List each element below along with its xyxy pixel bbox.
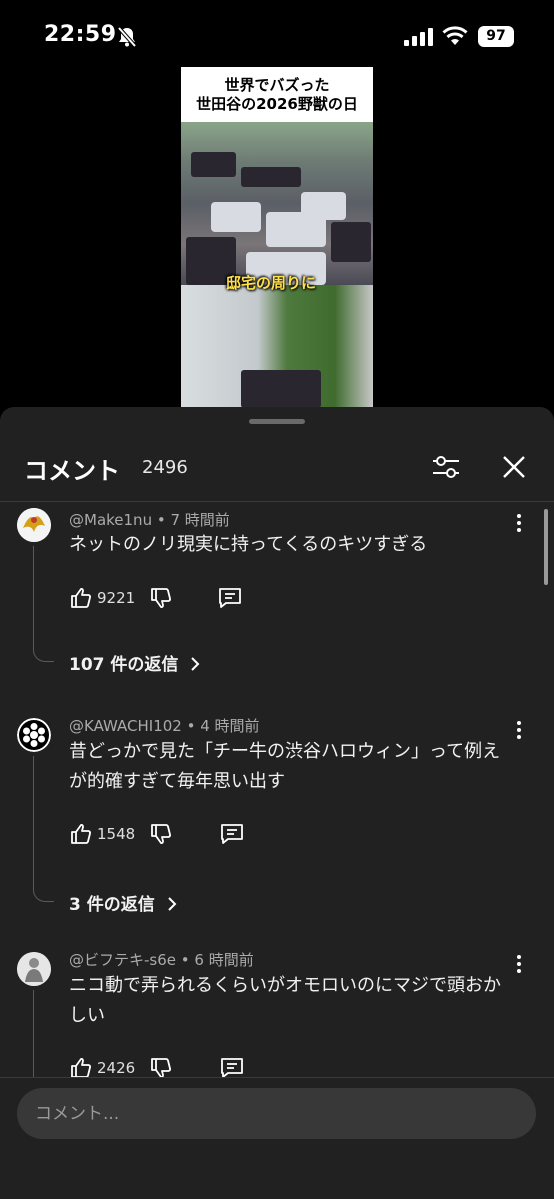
- comment-actions: 9221: [69, 586, 269, 612]
- comment-list[interactable]: @Make1nu • 7 時間前 ネットのノリ現実に持ってくるのキツすぎる 92…: [0, 502, 554, 1077]
- comment-time: 6 時間前: [194, 951, 254, 969]
- drag-handle[interactable]: [249, 419, 305, 424]
- reply-icon[interactable]: [219, 822, 245, 850]
- avatar[interactable]: [17, 508, 51, 542]
- house-scene-image: [181, 285, 373, 408]
- more-vert-icon: [512, 955, 526, 980]
- replies-link[interactable]: 107 件の返信: [69, 650, 202, 675]
- comments-title: コメント: [24, 457, 120, 485]
- thumb-down-icon[interactable]: [149, 822, 173, 850]
- reply-icon[interactable]: [219, 1056, 245, 1077]
- comments-sheet: コメント 2496 @Make1nu • 7 時間前 ネットのノリ現実に持ってく…: [0, 407, 554, 1199]
- video-thumbnail[interactable]: 世界でバズった 世田谷の2026野獣の日 邸宅の周りに: [181, 67, 373, 408]
- filter-button[interactable]: [428, 449, 464, 485]
- battery-icon: 97: [478, 26, 514, 47]
- thread-line: [33, 756, 54, 902]
- replies-label: 3 件の返信: [69, 895, 155, 915]
- reply-icon[interactable]: [217, 586, 243, 614]
- close-icon: [496, 456, 532, 489]
- like-count: 1548: [97, 825, 136, 843]
- signal-icon: [404, 28, 434, 50]
- thread-line: [33, 546, 54, 662]
- comment-author[interactable]: @KAWACHI102: [69, 717, 182, 735]
- avatar[interactable]: [17, 952, 51, 986]
- street-scene-image: [181, 122, 373, 285]
- comment-item: @KAWACHI102 • 4 時間前 昔どっかで見た「チー牛の渋谷ハロウィン」…: [0, 708, 554, 918]
- status-bar: 22:59 97: [0, 0, 554, 70]
- comment-actions: 1548: [69, 822, 269, 848]
- replies-label: 107 件の返信: [69, 655, 179, 675]
- comment-text: 昔どっかで見た「チー牛の渋谷ハロウィン」って例えが的確すぎて毎年思い出す: [69, 741, 501, 792]
- comment-text: ネットのノリ現実に持ってくるのキツすぎる: [69, 534, 428, 555]
- comment-input-area: [0, 1077, 554, 1199]
- more-button[interactable]: [512, 954, 526, 976]
- comment-author[interactable]: @ビフテキ-s6e: [69, 951, 176, 969]
- filter-icon: [428, 456, 464, 489]
- video-caption: 邸宅の周りに: [226, 274, 317, 292]
- comments-count: 2496: [142, 457, 188, 478]
- comment-item: @ビフテキ-s6e • 6 時間前 ニコ動で弄られるくらいがオモロいのにマジで頭…: [0, 942, 554, 1077]
- thumb-down-icon[interactable]: [149, 586, 173, 614]
- bell-slash-icon: [116, 26, 138, 52]
- comment-author[interactable]: @Make1nu: [69, 511, 152, 529]
- thumb-up-icon[interactable]: [69, 1056, 93, 1077]
- thumb-up-icon[interactable]: [69, 586, 93, 614]
- thumb-down-icon[interactable]: [149, 1056, 173, 1077]
- comment-time: 7 時間前: [170, 511, 230, 529]
- more-button[interactable]: [512, 513, 526, 535]
- chevron-right-icon: [184, 655, 202, 675]
- comment-meta: @Make1nu • 7 時間前: [69, 511, 230, 529]
- more-button[interactable]: [512, 720, 526, 742]
- like-count: 9221: [97, 589, 136, 607]
- comment-input[interactable]: [17, 1088, 536, 1139]
- chevron-right-icon: [161, 895, 179, 915]
- close-button[interactable]: [496, 449, 532, 485]
- video-title-overlay: 世界でバズった 世田谷の2026野獣の日: [181, 67, 373, 122]
- comment-time: 4 時間前: [200, 717, 260, 735]
- comment-item: @Make1nu • 7 時間前 ネットのノリ現実に持ってくるのキツすぎる 92…: [0, 502, 554, 677]
- like-count: 2426: [97, 1059, 136, 1077]
- more-vert-icon: [512, 514, 526, 539]
- replies-link[interactable]: 3 件の返信: [69, 890, 179, 915]
- video-title-line1: 世界でバズった: [224, 76, 330, 94]
- comment-actions: 2426: [69, 1056, 269, 1077]
- comment-meta: @ビフテキ-s6e • 6 時間前: [69, 951, 254, 969]
- status-time: 22:59: [44, 22, 117, 47]
- more-vert-icon: [512, 721, 526, 746]
- avatar[interactable]: [17, 718, 51, 752]
- thread-line: [33, 990, 54, 1077]
- thumb-up-icon[interactable]: [69, 822, 93, 850]
- wifi-icon: [442, 26, 468, 50]
- comment-meta: @KAWACHI102 • 4 時間前: [69, 717, 260, 735]
- comment-text: ニコ動で弄られるくらいがオモロいのにマジで頭おかしい: [69, 975, 501, 1026]
- video-title-line2: 世田谷の2026野獣の日: [196, 95, 358, 113]
